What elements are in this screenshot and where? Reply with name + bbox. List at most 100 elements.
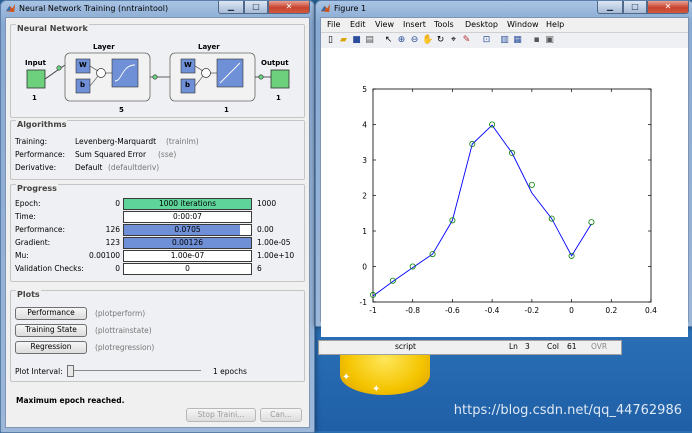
algorithm-value: Levenberg-Marquardt — [75, 137, 157, 146]
colorbar-icon[interactable]: ▥ — [499, 35, 510, 46]
progress-end: 1.00e+10 — [257, 251, 295, 260]
line-number: 3 — [525, 342, 530, 351]
plot-function: (plotperform) — [95, 309, 146, 318]
plot-regression-button[interactable]: Regression — [15, 341, 87, 354]
algorithm-value: Default — [75, 163, 103, 172]
new-file-icon[interactable]: ▯ — [325, 35, 336, 46]
plot-training-state-button[interactable]: Training State — [15, 324, 87, 337]
algorithm-function: (defaultderiv) — [108, 163, 160, 172]
hide-plot-tools-icon[interactable]: ▪ — [531, 35, 542, 46]
progress-label: Epoch: — [15, 199, 41, 208]
close-button[interactable]: ✕ — [268, 1, 310, 14]
menu-tools[interactable]: Tools — [434, 20, 454, 29]
group-title: Progress — [16, 184, 58, 193]
col-number: 61 — [567, 342, 577, 351]
y-tick-label: -1 — [360, 298, 368, 307]
algorithms-group: Algorithms Training: Levenberg-Marquardt… — [10, 120, 305, 180]
x-tick-label: 0.2 — [605, 306, 617, 315]
plot-interval-slider[interactable] — [67, 365, 201, 377]
progress-value: 0:00:07 — [173, 212, 202, 221]
sparkle-icon: ✦ — [372, 384, 381, 395]
menu-help[interactable]: Help — [546, 20, 564, 29]
progress-bar: 0 — [123, 263, 252, 275]
algorithm-function: (trainlm) — [166, 137, 199, 146]
progress-bar: 1.00e-07 — [123, 250, 252, 262]
plot-performance-button[interactable]: Performance — [15, 307, 87, 320]
network-diagram — [26, 52, 290, 102]
minimize-button[interactable]: ▁ — [597, 1, 623, 14]
y-tick-label: 2 — [362, 192, 367, 201]
window-title: Figure 1 — [334, 4, 367, 13]
progress-label: Gradient: — [15, 238, 51, 247]
progress-start: 0.00100 — [88, 251, 120, 260]
plot-function: (plotregression) — [95, 343, 155, 352]
y-tick-label: 4 — [362, 121, 367, 130]
menu-edit[interactable]: Edit — [350, 20, 366, 29]
menu-view[interactable]: View — [375, 20, 394, 29]
brush-icon[interactable]: ✎ — [461, 35, 472, 46]
input-label: Input — [25, 59, 46, 67]
menu-desktop[interactable]: Desktop — [465, 20, 498, 29]
overwrite-indicator: OVR — [591, 342, 608, 351]
stop-training-button[interactable]: Stop Traini... — [186, 408, 256, 422]
zoom-out-icon[interactable]: ⊖ — [409, 35, 420, 46]
close-button[interactable]: ✕ — [647, 1, 689, 14]
figure-body: File Edit View Insert Tools Desktop Wind… — [320, 17, 689, 337]
figure-menubar: File Edit View Insert Tools Desktop Wind… — [321, 18, 688, 32]
minimize-button[interactable]: ▁ — [218, 1, 244, 14]
progress-end: 6 — [257, 264, 262, 273]
maximize-button[interactable]: □ — [623, 1, 647, 14]
progress-bar: 0:00:07 — [123, 211, 252, 223]
progress-value: 1.00e-07 — [170, 251, 205, 260]
progress-label: Performance: — [15, 225, 66, 234]
pan-icon[interactable]: ✋ — [422, 35, 433, 46]
status-message: Maximum epoch reached. — [16, 396, 125, 405]
layer2-weight: W — [184, 61, 192, 69]
x-tick-label: -1 — [369, 306, 377, 315]
legend-icon[interactable]: ▦ — [512, 35, 523, 46]
print-icon[interactable]: ▤ — [364, 35, 375, 46]
algorithm-label: Training: — [15, 137, 48, 146]
layer1-weight: W — [79, 61, 87, 69]
menu-file[interactable]: File — [327, 20, 340, 29]
pointer-icon[interactable]: ↖ — [383, 35, 394, 46]
progress-bar: 0.0705 — [123, 224, 252, 236]
maximize-button[interactable]: □ — [244, 1, 268, 14]
rotate-icon[interactable]: ↻ — [435, 35, 446, 46]
x-tick-label: -0.8 — [405, 306, 420, 315]
matlab-icon — [5, 3, 16, 13]
open-folder-icon[interactable]: ▰ — [338, 35, 349, 46]
group-title: Plots — [16, 290, 41, 299]
link-plot-icon[interactable]: ⊡ — [481, 35, 492, 46]
progress-value: 0 — [185, 264, 190, 273]
progress-label: Validation Checks: — [15, 264, 84, 273]
progress-group: Progress Epoch: 0 1000 iterations 1000 Time:… — [10, 184, 305, 282]
editor-status-bar: script Ln 3 Col 61 OVR — [318, 340, 622, 355]
show-plot-tools-icon[interactable]: ▣ — [544, 35, 555, 46]
watermark-text: https://blog.csdn.net/qq_44762986 — [453, 403, 682, 418]
data-cursor-icon[interactable]: ⌖ — [448, 35, 459, 46]
window-title: Neural Network Training (nntraintool) — [19, 4, 169, 13]
layer2-bias: b — [185, 81, 191, 89]
plot-function: (plottrainstate) — [95, 326, 152, 335]
figure-titlebar[interactable]: Figure 1 ▁ □ ✕ — [316, 1, 692, 17]
algorithm-function: (sse) — [158, 150, 177, 159]
plot-interval-value: 1 epochs — [213, 367, 247, 376]
nntraintool-titlebar[interactable]: Neural Network Training (nntraintool) ▁ … — [1, 1, 314, 17]
neural-network-group: Neural Network Input 1 Layer W b 5 Layer… — [10, 24, 305, 118]
layer1-bias: b — [80, 81, 86, 89]
save-icon[interactable]: ■ — [351, 35, 362, 46]
slider-thumb[interactable] — [67, 365, 74, 377]
figure-window: Figure 1 ▁ □ ✕ File Edit View Insert Too… — [315, 0, 692, 337]
x-tick-label: -0.6 — [445, 306, 460, 315]
progress-label: Mu: — [15, 251, 29, 260]
desktop-flower — [340, 355, 430, 395]
zoom-in-icon[interactable]: ⊕ — [396, 35, 407, 46]
y-tick-label: 5 — [362, 85, 367, 94]
line-chart: -1 -0.8 -0.6 -0.4 -0.2 0 0.2 0.4 -1 0 1 2 3 4 5 — [321, 48, 688, 337]
progress-start: 123 — [105, 238, 120, 247]
cancel-button[interactable]: Can... — [260, 408, 302, 422]
menu-insert[interactable]: Insert — [403, 20, 426, 29]
menu-window[interactable]: Window — [507, 20, 539, 29]
x-tick-label: -0.4 — [485, 306, 500, 315]
